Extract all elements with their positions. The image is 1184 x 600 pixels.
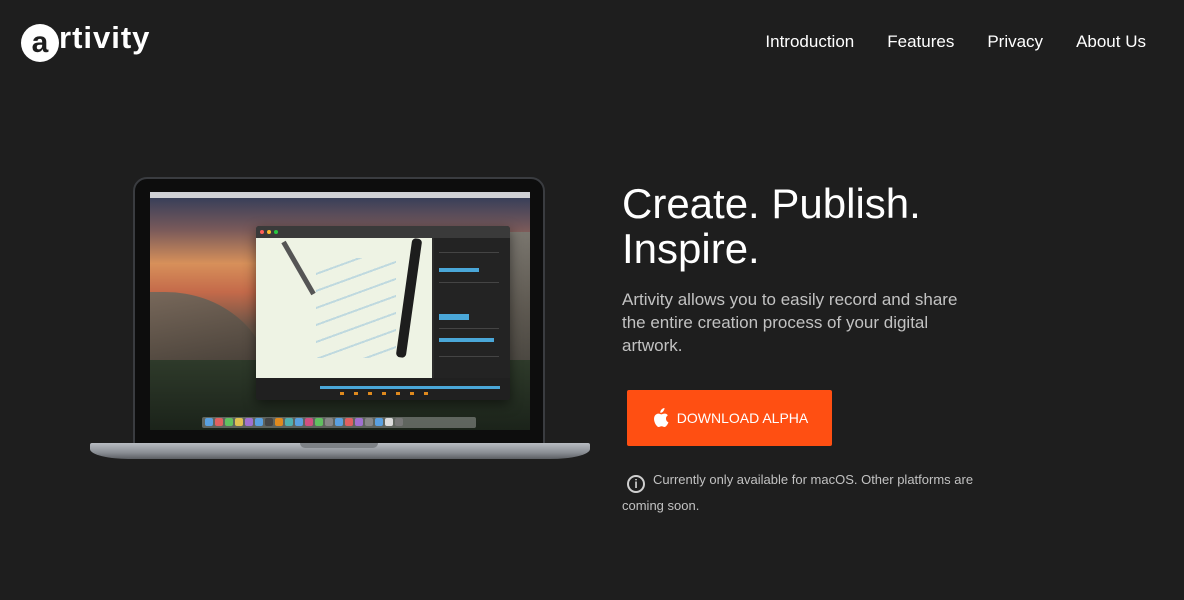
app-drawing-canvas (256, 238, 432, 378)
nav-features[interactable]: Features (887, 32, 954, 52)
hero-title: Create. Publish. Inspire. (622, 181, 1042, 271)
hero-title-line2: Inspire. (622, 225, 760, 272)
laptop-screen (150, 192, 530, 430)
laptop-mockup-image (90, 177, 590, 477)
apple-icon (653, 408, 669, 428)
logo-wordmark: rtivity (59, 20, 151, 55)
info-icon: i (627, 475, 645, 493)
nav-about-us[interactable]: About Us (1076, 32, 1146, 52)
download-alpha-button[interactable]: DOWNLOAD ALPHA (627, 390, 832, 446)
app-window-titlebar (256, 226, 510, 238)
main-nav: Introduction Features Privacy About Us (765, 32, 1146, 52)
artivity-logo[interactable]: a rtivity (21, 20, 150, 62)
app-side-panel (434, 238, 510, 378)
laptop-base (90, 443, 590, 459)
app-timeline (256, 378, 510, 400)
logo-mark: a (21, 24, 59, 62)
download-alpha-label: DOWNLOAD ALPHA (676, 410, 809, 426)
availability-note-text: Currently only available for macOS. Othe… (622, 472, 974, 513)
laptop-screen-frame (133, 177, 545, 445)
nav-introduction[interactable]: Introduction (765, 32, 854, 52)
app-window-screenshot (256, 226, 510, 400)
hero-description: Artivity allows you to easily record and… (622, 290, 958, 355)
availability-note: i Currently only available for macOS. Oth… (622, 467, 982, 518)
nav-privacy[interactable]: Privacy (987, 32, 1043, 52)
mac-menubar (150, 192, 530, 198)
mac-dock (202, 417, 476, 428)
hero-title-line1: Create. Publish. (622, 180, 921, 227)
